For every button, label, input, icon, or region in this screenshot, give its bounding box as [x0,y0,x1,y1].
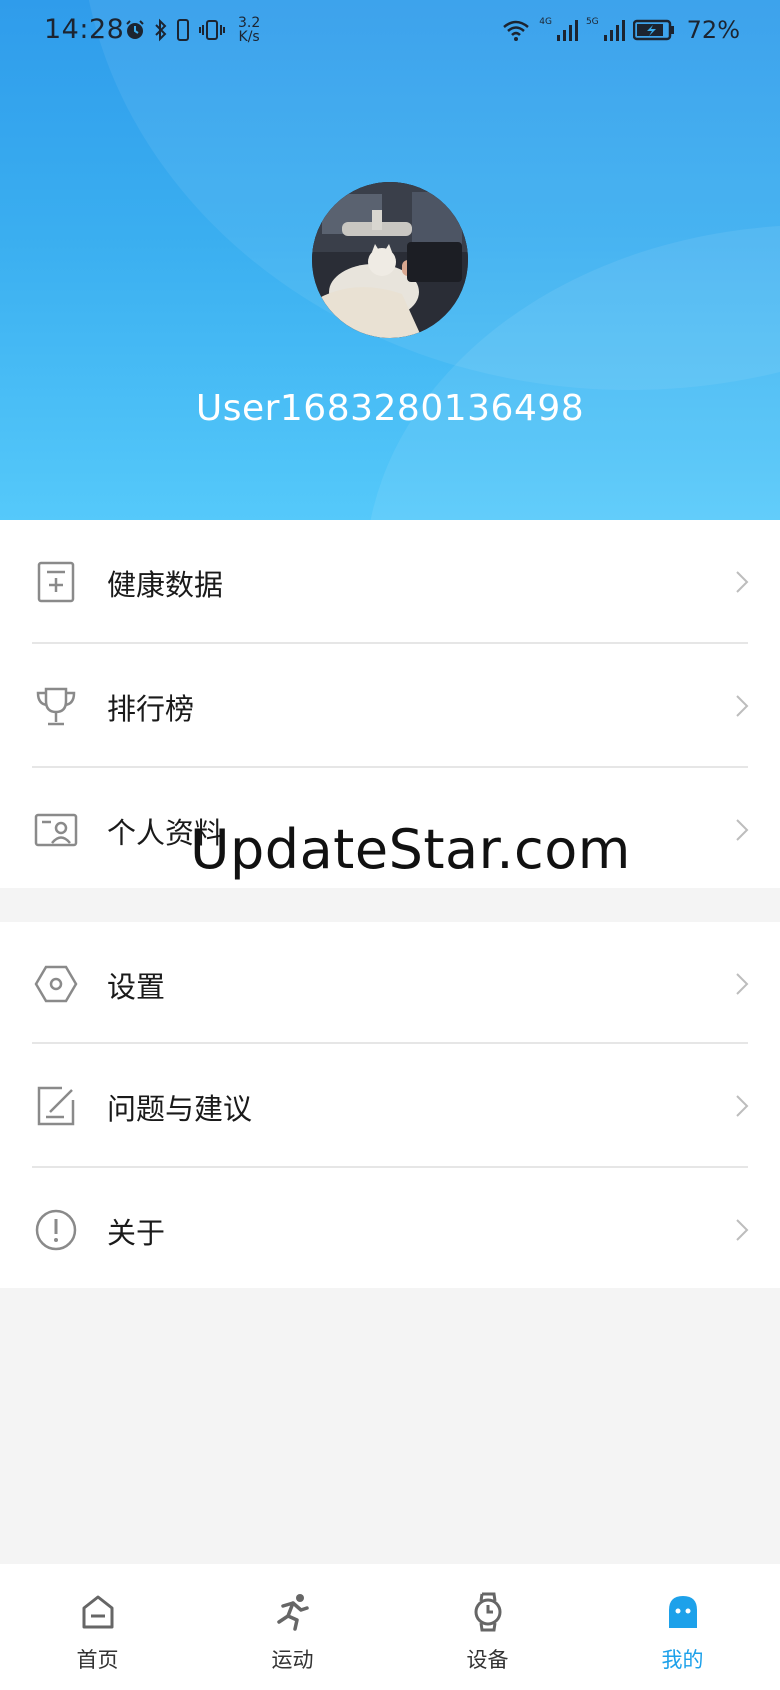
avatar-photo [312,182,468,338]
menu-item-label: 健康数据 [107,568,224,602]
net-speed-unit: K/s [238,29,260,45]
battery-percent: 72% [686,16,740,44]
chevron-right-icon [736,1095,749,1117]
chevron-right-icon [736,819,749,841]
status-icons-right: 4G 5G 72% [501,14,740,46]
signal-5g-label: 5G [585,17,599,27]
menu-item-settings[interactable]: 设置 [0,922,780,1044]
vibrate-icon [199,20,225,40]
trophy-icon [36,687,76,726]
feedback-edit-icon [37,1086,75,1126]
status-time: 14:28 [44,14,125,45]
tab-label: 运动 [271,1648,314,1672]
profile-card-icon [34,813,78,847]
menu-item-health-data[interactable]: 健康数据 [0,520,780,642]
tab-sport[interactable]: 运动 [195,1564,390,1690]
tab-label: 首页 [76,1648,119,1672]
tab-label: 设备 [466,1648,509,1672]
chevron-right-icon [736,695,749,717]
signal-bars-icon [603,20,625,41]
watch-icon [474,1592,502,1632]
menu-item-leaderboard[interactable]: 排行榜 [0,644,780,766]
alarm-icon [126,20,144,39]
username: User1683280136498 [195,388,585,429]
net-speed: 3.2 K/s [238,16,260,44]
running-icon [277,1594,309,1631]
health-data-icon [37,561,75,603]
tab-mine[interactable]: 我的 [585,1564,780,1690]
menu-item-label: 问题与建议 [107,1092,253,1126]
profile-header: 14:28 3.2 K/s 4G 5G 72% User168328013649… [0,0,780,520]
status-bar: 14:28 3.2 K/s 4G 5G 72% [0,0,780,60]
phone-icon [177,19,189,41]
battery-icon [632,19,674,41]
avatar[interactable] [312,182,468,338]
user-face-icon [669,1596,697,1628]
net-speed-value: 3.2 [238,15,261,31]
settings-hexagon-icon [34,965,78,1003]
bluetooth-icon [155,18,167,42]
watermark: UpdateStar.com [190,818,631,881]
info-exclamation-icon [35,1209,77,1251]
menu-group-secondary: 设置 问题与建议 关于 [0,922,780,1288]
signal-bars-icon [556,20,578,41]
signal-4g-label: 4G [539,17,552,27]
menu-item-feedback[interactable]: 问题与建议 [0,1044,780,1166]
chevron-right-icon [736,571,749,593]
wifi-icon [503,20,530,41]
status-icons-left: 3.2 K/s [124,14,260,46]
tab-label: 我的 [661,1648,704,1672]
menu-item-label: 排行榜 [107,692,195,726]
menu-item-about[interactable]: 关于 [0,1168,780,1290]
menu-item-label: 关于 [107,1216,166,1250]
tab-device[interactable]: 设备 [390,1564,585,1690]
chevron-right-icon [736,973,749,995]
home-icon [82,1595,114,1629]
bottom-tab-bar: 首页 运动 设备 我的 [0,1564,780,1690]
chevron-right-icon [736,1219,749,1241]
tab-home[interactable]: 首页 [0,1564,195,1690]
menu-item-label: 设置 [107,970,166,1004]
